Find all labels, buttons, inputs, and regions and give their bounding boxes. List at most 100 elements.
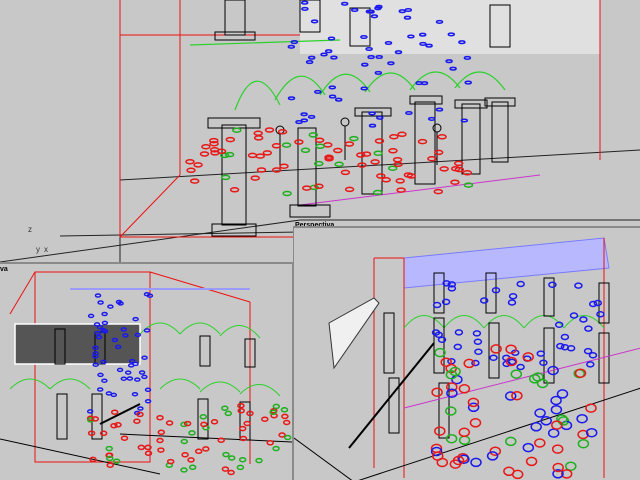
light-marker xyxy=(105,391,113,396)
light-marker xyxy=(349,135,359,142)
light-marker xyxy=(302,185,312,191)
light-marker xyxy=(367,55,375,60)
light-marker xyxy=(221,405,229,411)
light-marker xyxy=(272,403,281,410)
light-marker xyxy=(307,114,316,119)
light-marker xyxy=(283,434,292,441)
light-marker xyxy=(463,358,475,369)
light-marker xyxy=(255,457,263,464)
light-marker xyxy=(432,301,442,309)
light-marker xyxy=(280,407,289,413)
viewport-bottom-left[interactable]: va xyxy=(0,262,293,480)
axis-z-label: z xyxy=(28,225,32,234)
light-marker xyxy=(107,304,114,309)
light-marker xyxy=(188,464,197,471)
viewport-top-perspective[interactable]: Perspectiva z y x xyxy=(0,0,640,262)
light-marker xyxy=(294,139,304,145)
light-marker xyxy=(577,438,590,449)
light-marker xyxy=(166,458,175,465)
light-marker xyxy=(458,435,471,446)
light-marker xyxy=(368,123,377,128)
light-marker xyxy=(133,418,141,424)
light-marker xyxy=(440,357,452,367)
light-marker xyxy=(435,107,444,112)
light-marker xyxy=(282,190,292,197)
light-marker xyxy=(314,89,322,94)
light-marker xyxy=(144,398,152,404)
light-marker xyxy=(237,407,245,414)
bottom-right-canvas[interactable] xyxy=(294,228,640,480)
light-marker xyxy=(328,94,337,99)
light-marker xyxy=(340,169,351,176)
light-marker xyxy=(540,416,552,426)
light-marker xyxy=(474,348,483,356)
light-marker xyxy=(396,187,406,193)
light-marker xyxy=(373,189,383,196)
light-marker xyxy=(272,445,280,452)
light-marker xyxy=(227,469,235,476)
light-marker xyxy=(548,281,557,289)
br-columns xyxy=(294,272,640,480)
light-marker xyxy=(266,440,274,446)
light-marker xyxy=(469,418,482,428)
light-marker xyxy=(221,466,230,472)
light-marker xyxy=(584,325,593,332)
light-marker xyxy=(536,350,546,357)
light-marker xyxy=(141,355,148,360)
viewport-bottom-right-perspective[interactable] xyxy=(293,226,640,480)
light-marker xyxy=(525,456,538,467)
light-marker xyxy=(588,300,598,308)
light-marker xyxy=(227,455,236,461)
bl-light-markers xyxy=(86,291,292,476)
light-marker xyxy=(510,369,523,379)
light-marker xyxy=(157,429,166,436)
light-marker xyxy=(389,133,399,140)
light-marker xyxy=(551,420,563,430)
light-marker xyxy=(287,96,296,101)
magenta-line xyxy=(299,174,541,206)
bl-bbox xyxy=(9,271,251,464)
light-marker xyxy=(143,291,151,297)
light-marker xyxy=(224,151,235,158)
light-marker xyxy=(361,62,369,67)
light-marker xyxy=(397,131,407,138)
br-wall-panel xyxy=(328,297,380,370)
light-marker xyxy=(138,370,146,375)
light-marker xyxy=(127,363,135,368)
light-marker xyxy=(209,140,219,147)
light-marker xyxy=(550,404,563,415)
light-marker xyxy=(458,384,471,394)
light-marker xyxy=(556,389,569,399)
light-marker xyxy=(224,410,233,417)
light-marker xyxy=(328,85,337,90)
light-marker xyxy=(256,167,267,173)
light-marker xyxy=(539,359,548,367)
light-marker xyxy=(387,61,395,66)
light-marker xyxy=(262,150,273,156)
light-marker xyxy=(87,313,95,319)
light-marker xyxy=(287,44,296,49)
light-marker xyxy=(281,142,292,148)
light-marker xyxy=(417,138,428,145)
light-marker xyxy=(238,456,247,463)
light-marker xyxy=(143,328,151,333)
light-marker xyxy=(472,330,482,337)
bottom-left-canvas[interactable] xyxy=(0,264,293,480)
light-marker xyxy=(239,435,248,442)
light-marker xyxy=(574,282,583,289)
light-marker xyxy=(314,137,325,143)
light-marker xyxy=(439,166,449,172)
light-marker xyxy=(134,377,141,382)
light-marker xyxy=(137,444,146,451)
light-marker xyxy=(186,167,196,174)
light-marker xyxy=(433,188,444,195)
viewport-label-bl: va xyxy=(0,266,8,273)
light-marker xyxy=(220,174,231,181)
light-marker xyxy=(370,159,380,165)
light-marker xyxy=(97,300,104,305)
light-marker xyxy=(300,118,309,123)
light-marker xyxy=(300,112,308,117)
light-marker xyxy=(454,329,464,336)
light-marker xyxy=(300,147,311,154)
light-marker xyxy=(281,413,289,420)
